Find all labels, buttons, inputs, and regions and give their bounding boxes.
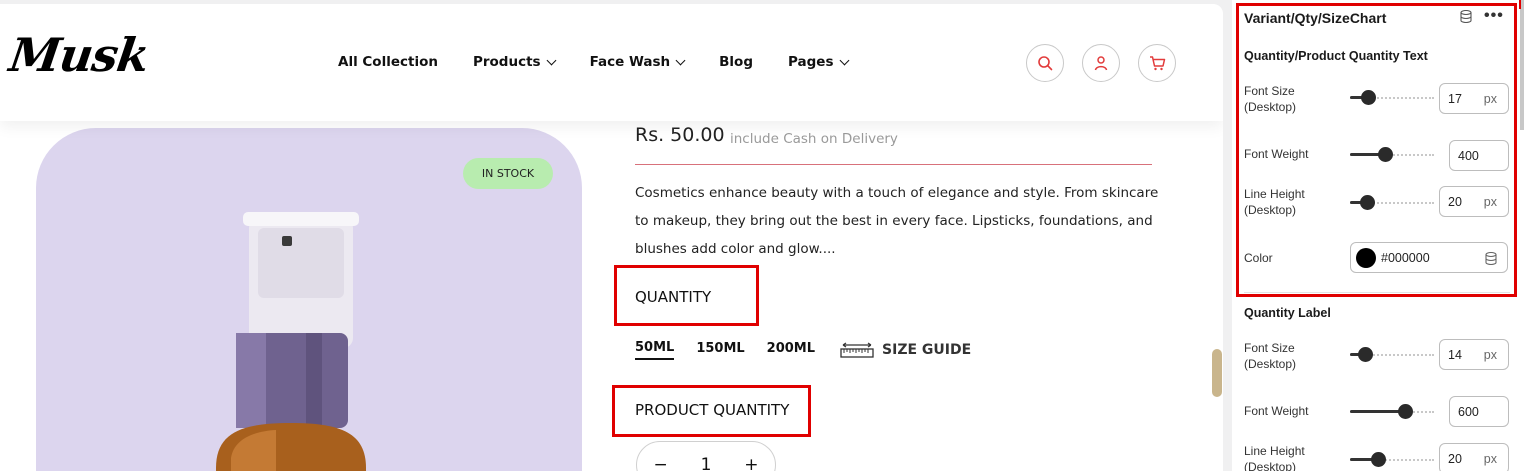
price-divider xyxy=(635,164,1152,165)
variant-option-200ml[interactable]: 200ML xyxy=(767,341,815,359)
nav-item-products[interactable]: Products xyxy=(472,54,557,70)
label-line-height-input[interactable]: 20 px xyxy=(1439,443,1509,471)
highlight-box-settings-section xyxy=(1236,3,1517,297)
panel-scrollbar[interactable] xyxy=(1520,0,1524,130)
setting-row-label-line-height: Line Height (Desktop) 20 px xyxy=(1244,443,1509,471)
nav-item-pages[interactable]: Pages xyxy=(788,54,849,70)
user-icon xyxy=(1094,56,1108,71)
increase-button[interactable]: + xyxy=(744,455,758,471)
setting-label: Font Weight xyxy=(1244,404,1309,418)
nav-item-all-collection[interactable]: All Collection xyxy=(338,54,438,70)
slider-fill xyxy=(1350,410,1405,413)
input-value: 20 xyxy=(1448,452,1462,466)
product-image[interactable]: IN STOCK xyxy=(36,128,582,471)
nav-label: Blog xyxy=(719,54,753,70)
header-actions xyxy=(1026,44,1176,82)
nav-label: Pages xyxy=(788,54,834,70)
highlight-edge xyxy=(1519,0,1521,9)
setting-label: Line Height (Desktop) xyxy=(1244,444,1305,471)
label-font-size-input[interactable]: 14 px xyxy=(1439,339,1509,370)
cart-icon xyxy=(1149,56,1165,71)
storefront-preview: Musk All Collection Products Face Wash B… xyxy=(0,4,1223,471)
product-price: Rs. 50.00 xyxy=(635,124,725,146)
setting-label: Font Size (Desktop) xyxy=(1244,341,1297,371)
search-button[interactable] xyxy=(1026,44,1064,82)
input-value: 600 xyxy=(1458,405,1479,419)
price-note: include Cash on Delivery xyxy=(730,131,898,147)
label-font-weight-slider[interactable] xyxy=(1350,404,1434,419)
serum-bottle-image xyxy=(216,212,366,471)
nav-item-face-wash[interactable]: Face Wash xyxy=(589,54,686,70)
site-header: Musk All Collection Products Face Wash B… xyxy=(0,4,1223,121)
input-value: 14 xyxy=(1448,348,1462,362)
nav-item-blog[interactable]: Blog xyxy=(719,54,753,70)
nav-label: All Collection xyxy=(338,54,438,70)
quantity-value[interactable]: 1 xyxy=(701,455,712,471)
input-unit: px xyxy=(1483,452,1497,466)
slider-knob[interactable] xyxy=(1397,404,1413,419)
size-guide-link[interactable]: SIZE GUIDE xyxy=(840,340,971,360)
slider-knob[interactable] xyxy=(1370,452,1386,467)
label-font-size-slider[interactable] xyxy=(1350,347,1434,362)
main-nav: All Collection Products Face Wash Blog P… xyxy=(338,54,883,70)
input-unit: px xyxy=(1483,348,1497,362)
size-guide-label: SIZE GUIDE xyxy=(882,342,972,358)
label-font-weight-input[interactable]: 600 xyxy=(1449,396,1509,427)
chevron-down-icon xyxy=(546,55,557,65)
setting-row-label-font-weight: Font Weight 600 xyxy=(1244,396,1509,430)
preview-scrollbar-thumb[interactable] xyxy=(1212,349,1222,397)
chevron-down-icon xyxy=(839,55,849,65)
search-icon xyxy=(1038,56,1053,71)
label-line-height-slider[interactable] xyxy=(1350,452,1434,467)
quantity-label: QUANTITY xyxy=(635,288,712,306)
variant-option-50ml[interactable]: 50ML xyxy=(635,340,675,360)
chevron-down-icon xyxy=(675,55,686,65)
nav-label: Products xyxy=(472,54,541,70)
setting-row-label-font-size: Font Size (Desktop) 14 px xyxy=(1244,339,1509,373)
product-description: Cosmetics enhance beauty with a touch of… xyxy=(635,185,1159,257)
slider-knob[interactable] xyxy=(1357,347,1373,362)
site-logo[interactable]: Musk xyxy=(6,28,152,82)
section-title-quantity-label: Quantity Label xyxy=(1244,306,1331,320)
variant-selector: 50ML 150ML 200ML SIZE GUIDE xyxy=(635,340,971,360)
cart-button[interactable] xyxy=(1138,44,1176,82)
variant-option-150ml[interactable]: 150ML xyxy=(696,341,744,359)
product-quantity-label: PRODUCT QUANTITY xyxy=(635,401,790,419)
ruler-icon xyxy=(840,342,874,358)
account-button[interactable] xyxy=(1082,44,1120,82)
nav-label: Face Wash xyxy=(589,54,671,70)
quantity-stepper: − 1 + xyxy=(636,441,776,471)
decrease-button[interactable]: − xyxy=(653,455,667,471)
